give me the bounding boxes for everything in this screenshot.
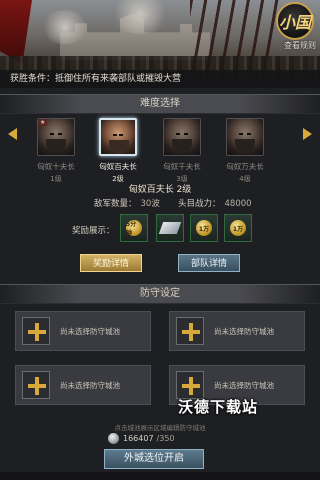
speedup-coin-icon: 5分钟 [126, 220, 142, 237]
bottom-bar [0, 472, 320, 480]
defense-slot-2[interactable]: 尚未选择防守城池 [169, 311, 305, 351]
reward-item-resource[interactable]: 1万 [190, 214, 218, 242]
defense-slot-label: 尚未选择防守城池 [60, 327, 120, 336]
difficulty-section-header: 难度选择 [0, 94, 320, 114]
resource-coin-icon: 1万 [230, 220, 246, 236]
carousel-right-arrow-icon[interactable] [303, 128, 312, 140]
guide-badge-text: 小国 [278, 13, 311, 32]
boss-power-value: 48000 [224, 199, 252, 209]
defense-edit-hint: 点击城池展示区域编辑防守城池 [114, 424, 206, 432]
boss-option-3[interactable]: 匈奴千夫长 3级 [163, 118, 201, 184]
boss-option-2[interactable]: 匈奴百夫长 2级 [99, 118, 137, 184]
victory-condition-text: 获胜条件：抵御住所有来袭部队或摧毁大营 [0, 70, 320, 88]
defense-section-header: 防守设定 [0, 284, 320, 304]
resource-coin-icon: 1万 [196, 220, 212, 236]
defense-slot-label: 尚未选择防守城池 [60, 381, 120, 390]
enemy-count-stat: 敌军数量： 30波 [94, 197, 160, 209]
boss-power-label: 头目战力： [178, 199, 221, 209]
boss-power-stat: 头目战力： 48000 [178, 197, 252, 209]
plus-icon [22, 371, 50, 399]
view-rules-link[interactable]: 查看规则 [284, 40, 316, 51]
smoke-decoration [110, 0, 170, 34]
rules-guide-icon[interactable]: 小国 [276, 2, 314, 40]
boss-name: 匈奴万夫长 [226, 162, 264, 171]
silver-coin-icon [108, 433, 119, 444]
boss-portrait [99, 118, 137, 156]
plus-icon [176, 371, 204, 399]
outer-city-start-button[interactable]: 外城选位开启 [104, 449, 204, 469]
defense-slot-1[interactable]: 尚未选择防守城池 [15, 311, 151, 351]
battle-banner-art [0, 0, 320, 78]
reward-item-resource[interactable]: 1万 [224, 214, 252, 242]
boss-portrait: ★ [37, 118, 75, 156]
reward-item-speedup[interactable]: 5分钟 [120, 214, 148, 242]
defense-slot-label: 尚未选择防守城池 [214, 381, 274, 390]
boss-portrait [226, 118, 264, 156]
silver-counter: 166407 /350 [108, 433, 175, 444]
rewards-label: 奖励展示： [72, 226, 115, 236]
boss-name: 匈奴十夫长 [37, 162, 75, 171]
smoke-decoration [40, 10, 90, 44]
boss-tag-badge: ★ [38, 118, 48, 127]
war-flag-decoration [0, 0, 32, 64]
boss-option-4[interactable]: 匈奴万夫长 4级 [226, 118, 264, 184]
reward-amount: 5分钟 [126, 221, 137, 237]
reward-amount: 1万 [198, 225, 210, 233]
silver-value: 166407 [123, 434, 154, 443]
site-watermark: 沃德下载站 [178, 398, 259, 416]
carousel-left-arrow-icon[interactable] [8, 128, 17, 140]
defense-slot-3[interactable]: 尚未选择防守城池 [15, 365, 151, 405]
selected-boss-title: 匈奴百夫长 2级 [128, 185, 192, 195]
reward-detail-button[interactable]: 奖励详情 [80, 254, 142, 272]
silver-cap: /350 [156, 434, 175, 443]
boss-name: 匈奴千夫长 [163, 162, 201, 171]
iron-plate-icon [158, 222, 182, 234]
enemy-count-value: 30波 [140, 199, 160, 209]
troop-detail-button[interactable]: 部队详情 [178, 254, 240, 272]
enemy-count-label: 敌军数量： [94, 199, 137, 209]
defense-slot-label: 尚未选择防守城池 [214, 327, 274, 336]
plus-icon [176, 317, 204, 345]
boss-portrait [163, 118, 201, 156]
plus-icon [22, 317, 50, 345]
boss-option-1[interactable]: ★ 匈奴十夫长 1级 [37, 118, 75, 184]
reward-amount: 1万 [232, 225, 244, 233]
reward-item-iron[interactable] [156, 214, 184, 242]
boss-name: 匈奴百夫长 [99, 162, 137, 171]
